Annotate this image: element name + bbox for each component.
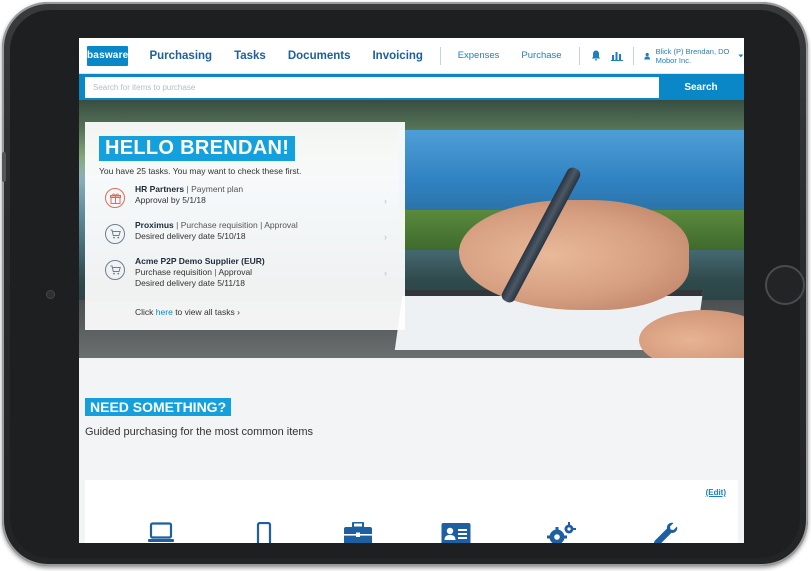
nav-divider	[439, 46, 441, 65]
task-name: Acme P2P Demo Supplier (EUR)	[135, 256, 265, 266]
analytics-icon[interactable]	[610, 47, 623, 65]
hero-banner: HELLO BRENDAN! You have 25 tasks. You ma…	[79, 100, 744, 358]
task-item[interactable]: Acme P2P Demo Supplier (EUR) Purchase re…	[105, 256, 395, 300]
bell-icon[interactable]	[589, 47, 602, 65]
greeting-title: HELLO BRENDAN!	[99, 136, 296, 161]
task-details: HR Partners | Payment plan Approval by 5…	[135, 184, 243, 220]
nav-documents[interactable]: Documents	[277, 38, 362, 74]
view-all-suffix: to view all tasks ›	[175, 307, 240, 317]
need-something-title: NEED SOMETHING?	[85, 398, 232, 416]
task-type: Purchase requisition	[180, 220, 258, 230]
nav-tasks[interactable]: Tasks	[223, 38, 277, 74]
laptop-icon[interactable]	[148, 522, 174, 543]
task-separator: |	[214, 267, 217, 277]
need-something-subtitle: Guided purchasing for the most common it…	[85, 426, 314, 438]
greeting-intro: You have 25 tasks. You may want to check…	[99, 166, 302, 176]
chevron-right-icon: ›	[384, 196, 387, 206]
phone-icon[interactable]	[255, 521, 281, 543]
volume-button	[2, 152, 6, 182]
task-name: HR Partners	[135, 184, 185, 194]
user-name: Blick (P) Brendan, DO Mobor Inc.	[655, 46, 730, 65]
search-input[interactable]	[85, 76, 659, 98]
search-bar: Search	[79, 74, 744, 100]
chevron-right-icon: ›	[384, 268, 387, 278]
user-menu[interactable]: Blick (P) Brendan, DO Mobor Inc.	[644, 47, 744, 65]
task-due: Desired delivery date 5/10/18	[135, 231, 246, 241]
task-item[interactable]: HR Partners | Payment plan Approval by 5…	[105, 184, 395, 220]
task-details: Acme P2P Demo Supplier (EUR) Purchase re…	[135, 256, 265, 300]
chevron-down-icon	[738, 53, 744, 57]
search-button[interactable]: Search	[665, 76, 737, 98]
nav-invoicing[interactable]: Invoicing	[361, 38, 433, 74]
task-item[interactable]: Proximus | Purchase requisition | Approv…	[105, 220, 395, 256]
task-due: Desired delivery date 5/11/18	[135, 278, 245, 288]
chevron-right-icon: ›	[384, 232, 387, 242]
user-icon	[644, 52, 651, 60]
main-nav: Purchasing Tasks Documents Invoicing	[138, 38, 434, 74]
task-details: Proximus | Purchase requisition | Approv…	[135, 220, 298, 256]
task-name: Proximus	[135, 220, 174, 230]
cart-icon	[105, 224, 125, 244]
nav-expenses[interactable]: Expenses	[447, 38, 511, 74]
nav-purchasing[interactable]: Purchasing	[138, 38, 223, 74]
need-something-section: NEED SOMETHING? Guided purchasing for th…	[79, 358, 744, 543]
wrench-icon[interactable]	[653, 522, 679, 543]
top-navigation: basware Purchasing Tasks Documents Invoi…	[79, 38, 744, 74]
category-panel: (Edit)	[85, 480, 738, 543]
task-type: Purchase requisition	[135, 267, 213, 277]
briefcase-icon[interactable]	[343, 521, 372, 543]
nav-divider	[578, 46, 580, 65]
task-due: Approval by 5/1/18	[135, 195, 206, 205]
task-separator: |	[260, 220, 263, 230]
cart-icon	[105, 260, 125, 280]
app-screen: basware Purchasing Tasks Documents Invoi…	[79, 38, 744, 543]
front-camera	[46, 290, 55, 299]
view-all-tasks: Click here to view all tasks ›	[135, 307, 240, 317]
task-separator: |	[186, 184, 189, 194]
gears-icon[interactable]	[547, 522, 576, 543]
nav-purchase[interactable]: Purchase	[510, 38, 572, 74]
home-button[interactable]	[765, 265, 805, 305]
secondary-nav: Expenses Purchase	[447, 38, 573, 74]
nav-divider	[633, 46, 635, 65]
task-status: Approval	[264, 220, 298, 230]
view-all-prefix: Click	[135, 307, 154, 317]
gift-icon	[105, 188, 125, 208]
greeting-card: HELLO BRENDAN! You have 25 tasks. You ma…	[85, 122, 405, 330]
task-separator: |	[176, 220, 179, 230]
view-all-link[interactable]: here	[156, 307, 173, 317]
task-status: Approval	[218, 267, 253, 277]
task-type: Payment plan	[191, 184, 244, 194]
id-card-icon[interactable]	[441, 522, 471, 543]
edit-link[interactable]: (Edit)	[706, 488, 726, 497]
basware-logo[interactable]: basware	[87, 45, 129, 66]
